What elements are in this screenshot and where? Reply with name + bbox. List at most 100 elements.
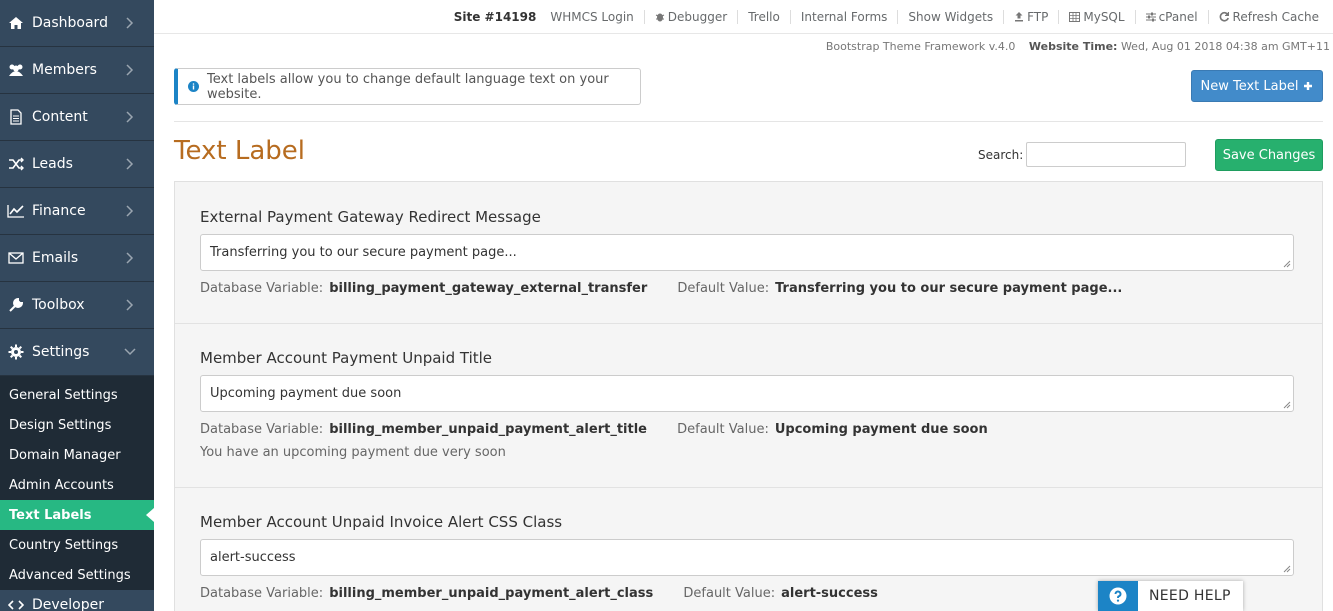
sidebar-item-label: Toolbox <box>32 297 85 313</box>
chevron-right-icon <box>122 62 138 78</box>
users-icon <box>6 60 26 80</box>
save-changes-button[interactable]: Save Changes <box>1215 139 1323 171</box>
need-help-widget[interactable]: NEED HELP <box>1098 581 1243 611</box>
sidebar-item-label: Developer <box>32 597 105 611</box>
debugger-link[interactable]: Debugger <box>643 9 737 24</box>
show-widgets-link[interactable]: Show Widgets <box>897 9 1003 24</box>
whmcs-login-link[interactable]: WHMCS Login <box>540 10 643 24</box>
sidebar-subitem-general-settings[interactable]: General Settings <box>0 380 154 410</box>
db-variable-value: billing_member_unpaid_payment_alert_clas… <box>329 586 654 601</box>
sidebar-subitem-design-settings[interactable]: Design Settings <box>0 410 154 440</box>
chevron-right-icon <box>122 297 138 313</box>
sidebar-item-toolbox[interactable]: Toolbox <box>0 282 154 329</box>
file-icon <box>6 107 26 127</box>
label-title: Member Account Payment Unpaid Title <box>200 349 493 367</box>
ftp-link[interactable]: FTP <box>1003 9 1058 24</box>
label-value-textarea[interactable]: Transferring you to our secure payment p… <box>200 234 1294 271</box>
trello-link[interactable]: Trello <box>737 9 790 24</box>
default-value-value: Transferring you to our secure payment p… <box>775 281 1123 296</box>
gear-icon <box>6 342 26 362</box>
info-alert-text: Text labels allow you to change default … <box>207 71 609 102</box>
site-id: Site #14198 <box>453 9 537 24</box>
sidebar-item-dashboard[interactable]: Dashboard <box>0 0 154 47</box>
sidebar-subitem-country-settings[interactable]: Country Settings <box>0 530 154 560</box>
default-value-label: Default Value: <box>683 586 776 601</box>
sidebar-item-label: Leads <box>32 156 73 172</box>
info-alert: Text labels allow you to change default … <box>174 68 641 105</box>
resize-handle-icon[interactable] <box>1283 565 1291 573</box>
sidebar-item-finance[interactable]: Finance <box>0 188 154 235</box>
new-text-label-button[interactable]: New Text Label <box>1191 70 1323 102</box>
divider <box>174 121 1323 122</box>
chevron-right-icon <box>122 203 138 219</box>
label-meta: Database Variable: billing_member_unpaid_… <box>200 422 988 437</box>
chart-line-icon <box>6 201 26 221</box>
plus-icon <box>1303 81 1313 91</box>
upload-icon <box>1015 12 1024 22</box>
label-value-textarea[interactable]: alert-success <box>200 539 1294 576</box>
cpanel-link[interactable]: cPanel <box>1134 9 1208 24</box>
sidebar-item-emails[interactable]: Emails <box>0 235 154 282</box>
db-variable-label: Database Variable: <box>200 422 324 437</box>
sidebar-item-leads[interactable]: Leads <box>0 141 154 188</box>
code-icon <box>6 595 26 611</box>
website-time-label: Website Time: <box>1028 40 1118 53</box>
framework-version: Bootstrap Theme Framework v.4.0 <box>825 40 1016 53</box>
chevron-right-icon <box>122 109 138 125</box>
default-value-value: alert-success <box>781 586 878 601</box>
table-icon <box>1069 11 1081 22</box>
search-label: Search: <box>978 148 1024 162</box>
text-label-item: Member Account Payment Unpaid Title Upco… <box>175 324 1322 488</box>
label-note: You have an upcoming payment due very so… <box>200 445 506 460</box>
search-input[interactable] <box>1026 142 1186 167</box>
db-variable-value: billing_payment_gateway_external_transfe… <box>329 281 648 296</box>
chevron-right-icon <box>122 15 138 31</box>
db-variable-value: billing_member_unpaid_payment_alert_titl… <box>329 422 647 437</box>
default-value-label: Default Value: <box>677 422 769 437</box>
sidebar-item-label: Content <box>32 109 88 125</box>
sidebar-item-label: Emails <box>32 250 79 266</box>
label-value-textarea[interactable]: Upcoming payment due soon <box>200 375 1294 412</box>
shuffle-icon <box>6 154 26 174</box>
sidebar-subitem-domain-manager[interactable]: Domain Manager <box>0 440 154 470</box>
need-help-label: NEED HELP <box>1149 588 1231 604</box>
label-title: External Payment Gateway Redirect Messag… <box>200 208 541 226</box>
sidebar-item-developer[interactable]: Developer <box>0 590 154 611</box>
default-value-value: Upcoming payment due soon <box>774 422 988 437</box>
sidebar-item-settings[interactable]: Settings <box>0 329 154 376</box>
label-meta: Database Variable: billing_member_unpaid_… <box>200 586 878 601</box>
refresh-cache-link[interactable]: Refresh Cache <box>1207 9 1329 24</box>
website-time-value: Wed, Aug 01 2018 04:38 am GMT+11 <box>1120 40 1330 53</box>
sidebar-subitem-admin-accounts[interactable]: Admin Accounts <box>0 470 154 500</box>
page-title: Text Label <box>174 136 305 166</box>
sidebar-item-label: Finance <box>32 203 86 219</box>
chevron-down-icon <box>122 344 138 360</box>
refresh-icon <box>1219 11 1229 22</box>
internal-forms-link[interactable]: Internal Forms <box>789 9 898 24</box>
sidebar-item-label: Settings <box>32 344 90 360</box>
db-variable-label: Database Variable: <box>200 281 324 296</box>
top-toolbar: Site #14198 WHMCS Login Debugger Trello … <box>154 0 1333 34</box>
wrench-icon <box>6 295 26 315</box>
envelope-icon <box>6 248 26 268</box>
default-value-label: Default Value: <box>677 281 770 296</box>
sidebar-item-members[interactable]: Members <box>0 47 154 94</box>
resize-handle-icon[interactable] <box>1283 260 1291 268</box>
chevron-right-icon <box>122 156 138 172</box>
text-labels-panel: External Payment Gateway Redirect Messag… <box>174 181 1323 611</box>
sliders-icon <box>1145 12 1156 21</box>
sidebar-item-label: Members <box>32 62 97 78</box>
sidebar: Dashboard Members Content Leads Finance … <box>0 0 154 611</box>
resize-handle-icon[interactable] <box>1283 401 1291 409</box>
mysql-link[interactable]: MySQL <box>1058 9 1134 24</box>
sidebar-subitem-advanced-settings[interactable]: Advanced Settings <box>0 560 154 590</box>
text-label-item: External Payment Gateway Redirect Messag… <box>175 182 1322 324</box>
home-icon <box>6 13 26 33</box>
sidebar-item-content[interactable]: Content <box>0 94 154 141</box>
sidebar-item-label: Dashboard <box>32 15 108 31</box>
bug-icon <box>655 13 665 22</box>
settings-submenu: General Settings Design Settings Domain … <box>0 376 154 590</box>
sidebar-subitem-text-labels[interactable]: Text Labels <box>0 500 154 530</box>
label-title: Member Account Unpaid Invoice Alert CSS … <box>200 513 563 531</box>
question-icon <box>1098 581 1138 611</box>
